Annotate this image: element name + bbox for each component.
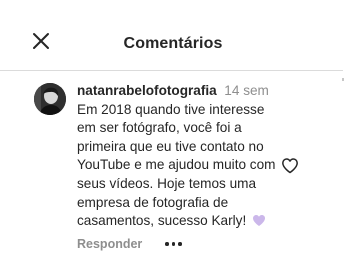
comment-timestamp: 14 sem — [221, 83, 269, 98]
comment-text: Em 2018 quando tive interesse em ser fot… — [77, 101, 276, 229]
more-options-dot — [178, 242, 182, 246]
comment-username[interactable]: natanrabelofotografia — [77, 83, 217, 98]
more-options-icon — [165, 242, 169, 246]
more-options-button[interactable] — [165, 236, 182, 252]
comment-item: natanrabelofotografia 14 sem Em 2018 qua… — [0, 71, 346, 262]
comment-timestamp-text: 14 sem — [224, 83, 269, 98]
comment-body: natanrabelofotografia 14 sem Em 2018 qua… — [77, 82, 287, 233]
page-title: Comentários — [123, 35, 223, 52]
like-button[interactable] — [281, 157, 299, 175]
more-options-dot — [171, 242, 176, 246]
comment-actions: Responder — [77, 236, 182, 252]
avatar-image — [34, 83, 66, 115]
comments-screen: Comentários natanrabelofotografia 14 sem… — [0, 0, 346, 262]
scrollbar[interactable] — [342, 78, 344, 81]
purple-heart-icon — [252, 214, 266, 233]
comments-header: Comentários — [0, 4, 346, 71]
heart-outline-icon — [282, 158, 298, 174]
avatar[interactable] — [34, 83, 66, 115]
reply-button[interactable]: Responder — [77, 237, 142, 251]
